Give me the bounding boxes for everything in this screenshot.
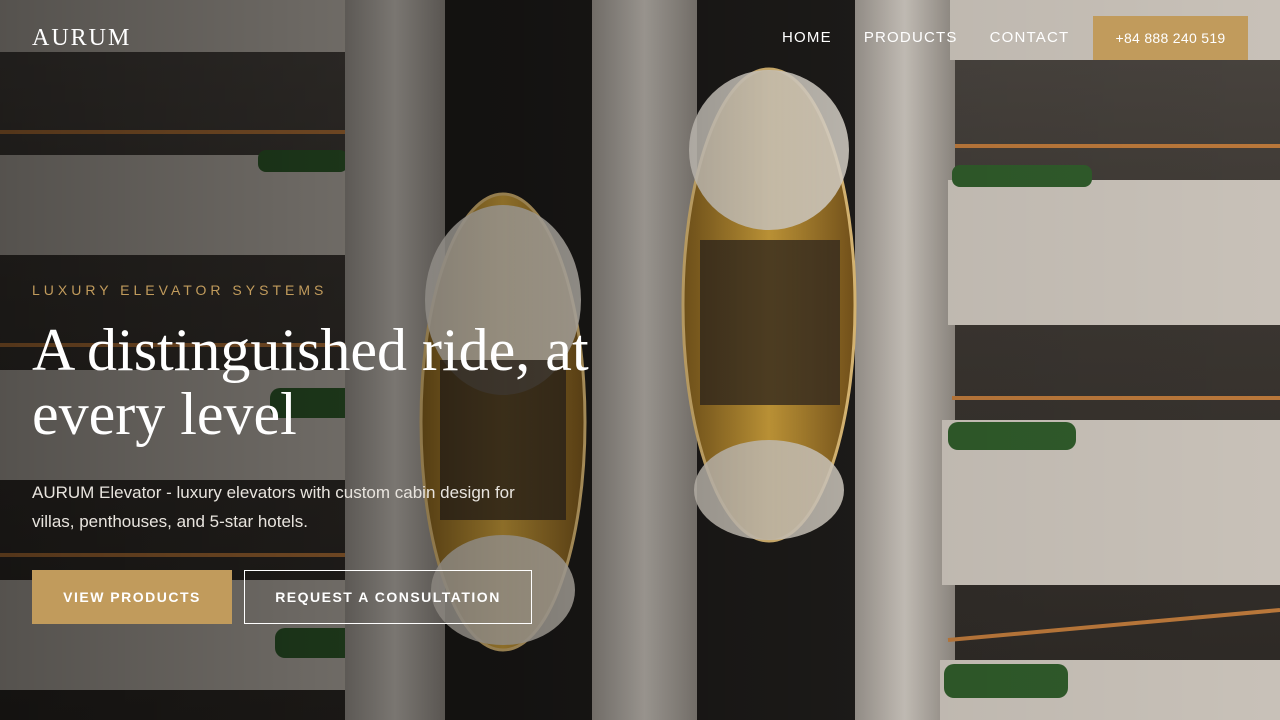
hero-eyebrow: LUXURY ELEVATOR SYSTEMS — [32, 282, 328, 298]
nav-home-link[interactable]: HOME — [782, 29, 832, 46]
phone-call-button[interactable]: +84 888 240 519 — [1093, 16, 1248, 60]
nav-products-link[interactable]: PRODUCTS — [864, 29, 958, 46]
hero-headline: A distinguished ride, at every level — [32, 317, 589, 447]
hero-subtext: AURUM Elevator - luxury elevators with c… — [32, 483, 515, 531]
main-nav: HOME PRODUCTS CONTACT — [782, 29, 1101, 46]
nav-contact-link[interactable]: CONTACT — [990, 29, 1070, 46]
view-products-button[interactable]: VIEW PRODUCTS — [32, 570, 232, 624]
brand-logo[interactable]: AURUM — [32, 25, 131, 52]
request-consultation-button[interactable]: REQUEST A CONSULTATION — [244, 570, 532, 624]
